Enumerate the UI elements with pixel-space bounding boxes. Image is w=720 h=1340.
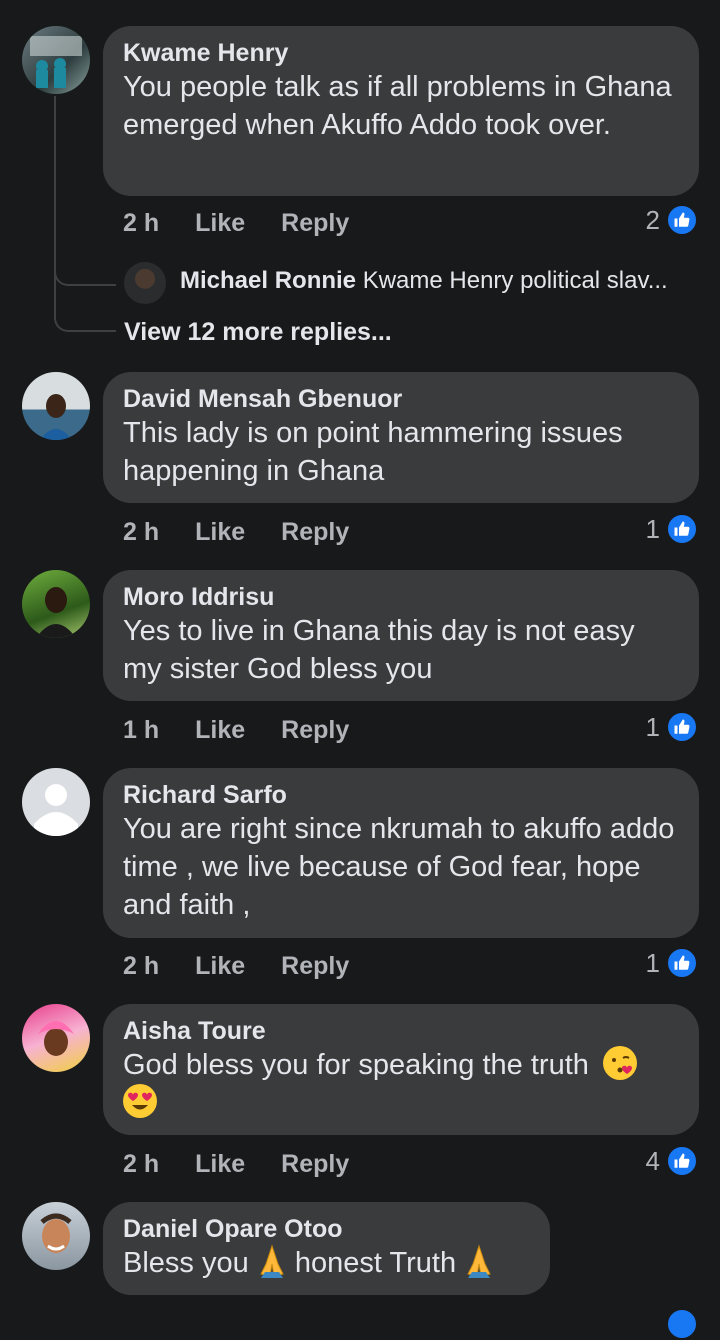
comment-text: God bless you for speaking the truth bbox=[123, 1046, 663, 1122]
avatar[interactable] bbox=[22, 26, 90, 94]
reaction-count[interactable]: 1 bbox=[646, 711, 698, 743]
thumbs-up-icon bbox=[666, 1145, 698, 1177]
comment-actions: 1 h Like Reply bbox=[123, 716, 349, 745]
comment-author[interactable]: Moro Iddrisu bbox=[123, 582, 679, 612]
thumbs-up-icon bbox=[666, 711, 698, 743]
thumbs-up-icon bbox=[666, 204, 698, 236]
comment-time[interactable]: 2 h bbox=[123, 209, 159, 238]
reaction-count[interactable]: 2 bbox=[646, 204, 698, 236]
reply-button[interactable]: Reply bbox=[281, 716, 349, 745]
comment-bubble[interactable]: Kwame Henry You people talk as if all pr… bbox=[103, 26, 699, 196]
comment-time[interactable]: 2 h bbox=[123, 518, 159, 547]
comment-time[interactable]: 1 h bbox=[123, 716, 159, 745]
thread-branch bbox=[54, 308, 116, 332]
reply-button[interactable]: Reply bbox=[281, 952, 349, 981]
comment-bubble[interactable]: Richard Sarfo You are right since nkruma… bbox=[103, 768, 699, 938]
kissing-heart-emoji bbox=[602, 1046, 637, 1080]
comment-bubble[interactable]: Aisha Toure God bless you for speaking t… bbox=[103, 1004, 699, 1135]
comment-time[interactable]: 2 h bbox=[123, 1150, 159, 1179]
folded-hands-emoji bbox=[464, 1244, 494, 1278]
comment-actions: 2 h Like Reply bbox=[123, 209, 349, 238]
comment-text: Bless you honest Truth bbox=[123, 1244, 530, 1282]
comment-actions: 2 h Like Reply bbox=[123, 952, 349, 981]
comment-text-part: Bless you bbox=[123, 1247, 249, 1279]
thumbs-up-icon bbox=[666, 947, 698, 979]
comment-bubble[interactable]: David Mensah Gbenuor This lady is on poi… bbox=[103, 372, 699, 503]
avatar[interactable] bbox=[22, 768, 90, 836]
comment-text: You people talk as if all problems in Gh… bbox=[123, 71, 672, 141]
reaction-number: 1 bbox=[645, 513, 660, 544]
reaction-count[interactable]: 4 bbox=[646, 1145, 698, 1177]
reaction-number: 1 bbox=[645, 711, 660, 742]
like-button[interactable]: Like bbox=[195, 716, 245, 745]
reaction-number: 2 bbox=[645, 204, 660, 235]
reply-preview[interactable]: Michael Ronnie Kwame Henry political sla… bbox=[180, 267, 668, 295]
avatar[interactable] bbox=[22, 372, 90, 440]
reaction-number: 1 bbox=[645, 947, 660, 978]
like-button[interactable]: Like bbox=[195, 518, 245, 547]
reply-author[interactable]: Michael Ronnie bbox=[180, 267, 356, 294]
like-button[interactable]: Like bbox=[195, 1150, 245, 1179]
comment-bubble[interactable]: Moro Iddrisu Yes to live in Ghana this d… bbox=[103, 570, 699, 701]
comment-text-part: honest Truth bbox=[294, 1247, 457, 1279]
comment-bubble[interactable]: Daniel Opare Otoo Bless you honest Truth bbox=[103, 1202, 550, 1295]
comment-time[interactable]: 2 h bbox=[123, 952, 159, 981]
comment-text-content: God bless you for speaking the truth bbox=[123, 1049, 589, 1081]
avatar[interactable] bbox=[22, 1202, 90, 1270]
view-more-replies[interactable]: View 12 more replies... bbox=[124, 318, 392, 347]
thumbs-up-icon bbox=[666, 513, 698, 545]
reply-button[interactable]: Reply bbox=[281, 1150, 349, 1179]
reaction-count[interactable]: 1 bbox=[646, 947, 698, 979]
like-button[interactable]: Like bbox=[195, 952, 245, 981]
heart-eyes-emoji bbox=[123, 1084, 157, 1118]
thumbs-up-icon bbox=[666, 1308, 698, 1340]
reaction-count[interactable] bbox=[666, 1308, 698, 1340]
comment-author[interactable]: David Mensah Gbenuor bbox=[123, 384, 679, 414]
comment-text: You are right since nkrumah to akuffo ad… bbox=[123, 813, 675, 921]
comment-author[interactable]: Aisha Toure bbox=[123, 1016, 679, 1046]
comment-text: This lady is on point hammering issues h… bbox=[123, 417, 623, 487]
comment-actions: 2 h Like Reply bbox=[123, 518, 349, 547]
reply-button[interactable]: Reply bbox=[281, 209, 349, 238]
reaction-number: 4 bbox=[645, 1145, 660, 1176]
comment-author[interactable]: Daniel Opare Otoo bbox=[123, 1214, 530, 1244]
folded-hands-emoji bbox=[257, 1244, 287, 1278]
avatar[interactable] bbox=[22, 570, 90, 638]
comment-author[interactable]: Kwame Henry bbox=[123, 38, 679, 68]
reply-avatar[interactable] bbox=[124, 262, 166, 304]
comment-text: Yes to live in Ghana this day is not eas… bbox=[123, 615, 635, 685]
avatar[interactable] bbox=[22, 1004, 90, 1072]
thread-branch bbox=[54, 262, 116, 286]
reply-text: Kwame Henry political slav... bbox=[362, 267, 668, 294]
comment-actions: 2 h Like Reply bbox=[123, 1150, 349, 1179]
reply-button[interactable]: Reply bbox=[281, 518, 349, 547]
like-button[interactable]: Like bbox=[195, 209, 245, 238]
reaction-count[interactable]: 1 bbox=[646, 513, 698, 545]
comment-author[interactable]: Richard Sarfo bbox=[123, 780, 679, 810]
